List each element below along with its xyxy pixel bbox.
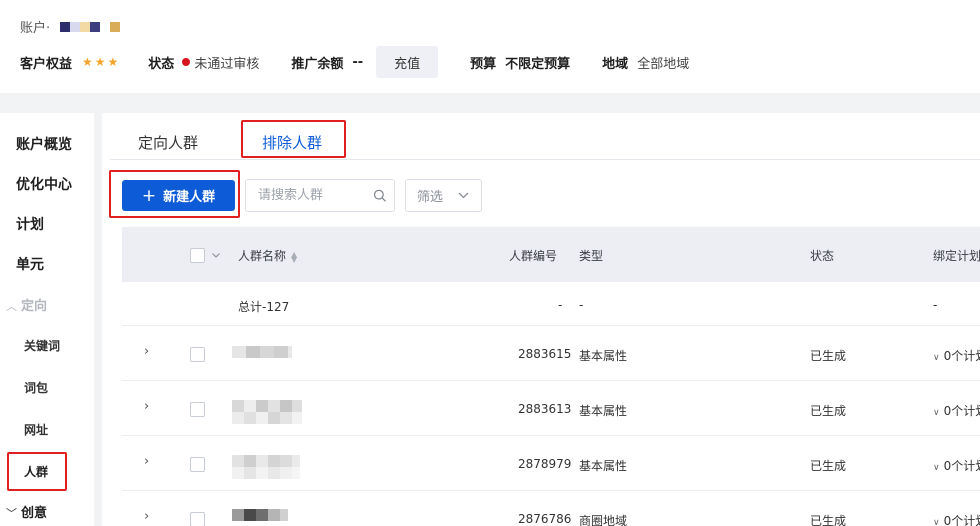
- sidebar-item-unit[interactable]: 单元: [16, 254, 44, 274]
- column-header-id: 人群编号: [509, 249, 558, 263]
- table-row[interactable]: › 2883615 基本属性 已生成 ∨0个计划: [122, 326, 980, 381]
- region-label: 地域: [602, 56, 629, 72]
- total-type: -: [579, 298, 584, 312]
- expand-icon[interactable]: ›: [144, 399, 149, 414]
- row-checkbox[interactable]: [190, 457, 205, 472]
- sidebar-item-audience[interactable]: 人群: [24, 463, 48, 480]
- expand-icon[interactable]: ›: [144, 454, 149, 469]
- total-name: 总计-127: [238, 300, 290, 314]
- sidebar-group-creative[interactable]: ﹀ 创意: [6, 502, 47, 521]
- row-checkbox[interactable]: [190, 512, 205, 526]
- status-value: 未通过审核: [194, 56, 260, 72]
- chevron-down-icon: ﹀: [6, 507, 17, 520]
- tab-excluded-audience[interactable]: 排除人群: [262, 132, 322, 153]
- account-info-row: 客户权益 ★★★ 状态 未通过审核 推广余额 -- 充值 预算 不限定预算 地域…: [20, 46, 689, 78]
- row-id: 2883615: [518, 347, 572, 361]
- column-header-type: 类型: [579, 249, 604, 263]
- row-status: 已生成: [810, 514, 847, 526]
- sort-icon[interactable]: ▲ ▼: [291, 250, 297, 263]
- chevron-down-icon: [458, 192, 469, 199]
- column-header-status: 状态: [810, 249, 835, 263]
- sidebar-item-url[interactable]: 网址: [24, 421, 48, 438]
- search-icon[interactable]: [373, 188, 386, 203]
- sidebar-group-label: 定向: [21, 299, 48, 314]
- new-audience-button[interactable]: + 新建人群: [122, 180, 235, 211]
- sidebar-item-keyword[interactable]: 关键词: [24, 337, 60, 354]
- active-tab-indicator: [248, 156, 344, 158]
- row-type: 基本属性: [579, 404, 628, 418]
- row-status: 已生成: [810, 404, 847, 418]
- search-input[interactable]: [258, 188, 373, 203]
- row-bound-plans[interactable]: ∨0个计划: [933, 402, 980, 419]
- sidebar-item-plan[interactable]: 计划: [16, 214, 44, 234]
- status-dot-icon: [182, 57, 191, 66]
- table-row[interactable]: › 2876786 商圈地域 已生成 ∨0个计划: [122, 491, 980, 526]
- row-type: 基本属性: [579, 459, 628, 473]
- filter-dropdown[interactable]: 筛选: [405, 179, 482, 212]
- row-type: 基本属性: [579, 349, 628, 363]
- audience-name-redacted[interactable]: [232, 455, 300, 479]
- tab-targeted-audience[interactable]: 定向人群: [138, 132, 198, 153]
- row-checkbox[interactable]: [190, 347, 205, 362]
- region-value: 全部地域: [637, 56, 690, 72]
- row-bound-plans[interactable]: ∨0个计划: [933, 512, 980, 526]
- audience-name-redacted[interactable]: [232, 400, 302, 424]
- status-label: 状态: [148, 56, 175, 72]
- sidebar-item-optimize[interactable]: 优化中心: [16, 174, 72, 194]
- row-id: 2883613: [518, 402, 572, 416]
- chevron-up-icon: ︿: [6, 300, 17, 313]
- table-header: 人群名称 ▲ ▼ 人群编号 类型 状态 绑定计划: [122, 227, 980, 282]
- tabs-divider: [110, 159, 980, 160]
- column-header-bound-plans: 绑定计划: [933, 249, 980, 263]
- row-bound-plans[interactable]: ∨0个计划: [933, 457, 980, 474]
- table-row[interactable]: › 2878979 基本属性 已生成 ∨0个计划: [122, 436, 980, 491]
- row-bound-plans-value: 0个计划: [943, 404, 980, 418]
- row-bound-plans-value: 0个计划: [943, 514, 980, 526]
- row-bound-plans-value: 0个计划: [943, 349, 980, 363]
- row-status: 已生成: [810, 349, 847, 363]
- select-all-checkbox[interactable]: [190, 248, 205, 263]
- budget-label: 预算: [470, 56, 497, 72]
- row-id: 2876786: [518, 512, 572, 526]
- recharge-button[interactable]: 充值: [376, 46, 439, 78]
- audience-name-redacted[interactable]: [232, 509, 288, 521]
- account-name-redacted: [60, 21, 121, 32]
- row-type: 商圈地域: [579, 514, 628, 526]
- section-divider: [0, 93, 980, 113]
- sidebar-group-targeting[interactable]: ︿ 定向: [6, 295, 47, 314]
- row-id: 2878979: [518, 457, 572, 471]
- row-status: 已生成: [810, 459, 847, 473]
- row-bound-plans-value: 0个计划: [943, 459, 980, 473]
- sidebar: 账户概览 优化中心 计划 单元 ︿ 定向 关键词 词包 网址 人群 ﹀ 创意: [0, 113, 102, 526]
- audience-name-redacted[interactable]: [232, 346, 292, 358]
- column-header-name-label: 人群名称: [238, 249, 287, 263]
- expand-icon[interactable]: ›: [144, 509, 149, 524]
- total-id: -: [558, 298, 563, 312]
- sidebar-group-label: 创意: [21, 506, 48, 521]
- table-total-row: 总计-127 - - -: [122, 282, 980, 326]
- column-header-name[interactable]: 人群名称 ▲ ▼: [238, 247, 297, 264]
- expand-icon[interactable]: ›: [144, 344, 149, 359]
- star-icon: ★★★: [82, 55, 121, 69]
- chevron-down-icon[interactable]: [212, 253, 220, 258]
- sidebar-item-wordpack[interactable]: 词包: [24, 379, 48, 396]
- balance-label: 推广余额: [291, 56, 344, 72]
- sidebar-item-overview[interactable]: 账户概览: [16, 134, 72, 154]
- row-checkbox[interactable]: [190, 402, 205, 417]
- budget-value: 不限定预算: [505, 56, 571, 72]
- balance-value: --: [352, 54, 364, 70]
- new-audience-label: 新建人群: [163, 190, 216, 205]
- total-bound: -: [933, 298, 938, 312]
- account-row: 账户·: [20, 17, 121, 36]
- row-bound-plans[interactable]: ∨0个计划: [933, 347, 980, 364]
- table-row[interactable]: › 2883613 基本属性 已生成 ∨0个计划: [122, 381, 980, 436]
- search-box[interactable]: [245, 179, 395, 212]
- filter-label: 筛选: [417, 190, 444, 205]
- account-label: 账户·: [20, 21, 51, 36]
- benefit-label: 客户权益: [20, 56, 73, 72]
- plus-icon: +: [141, 185, 157, 206]
